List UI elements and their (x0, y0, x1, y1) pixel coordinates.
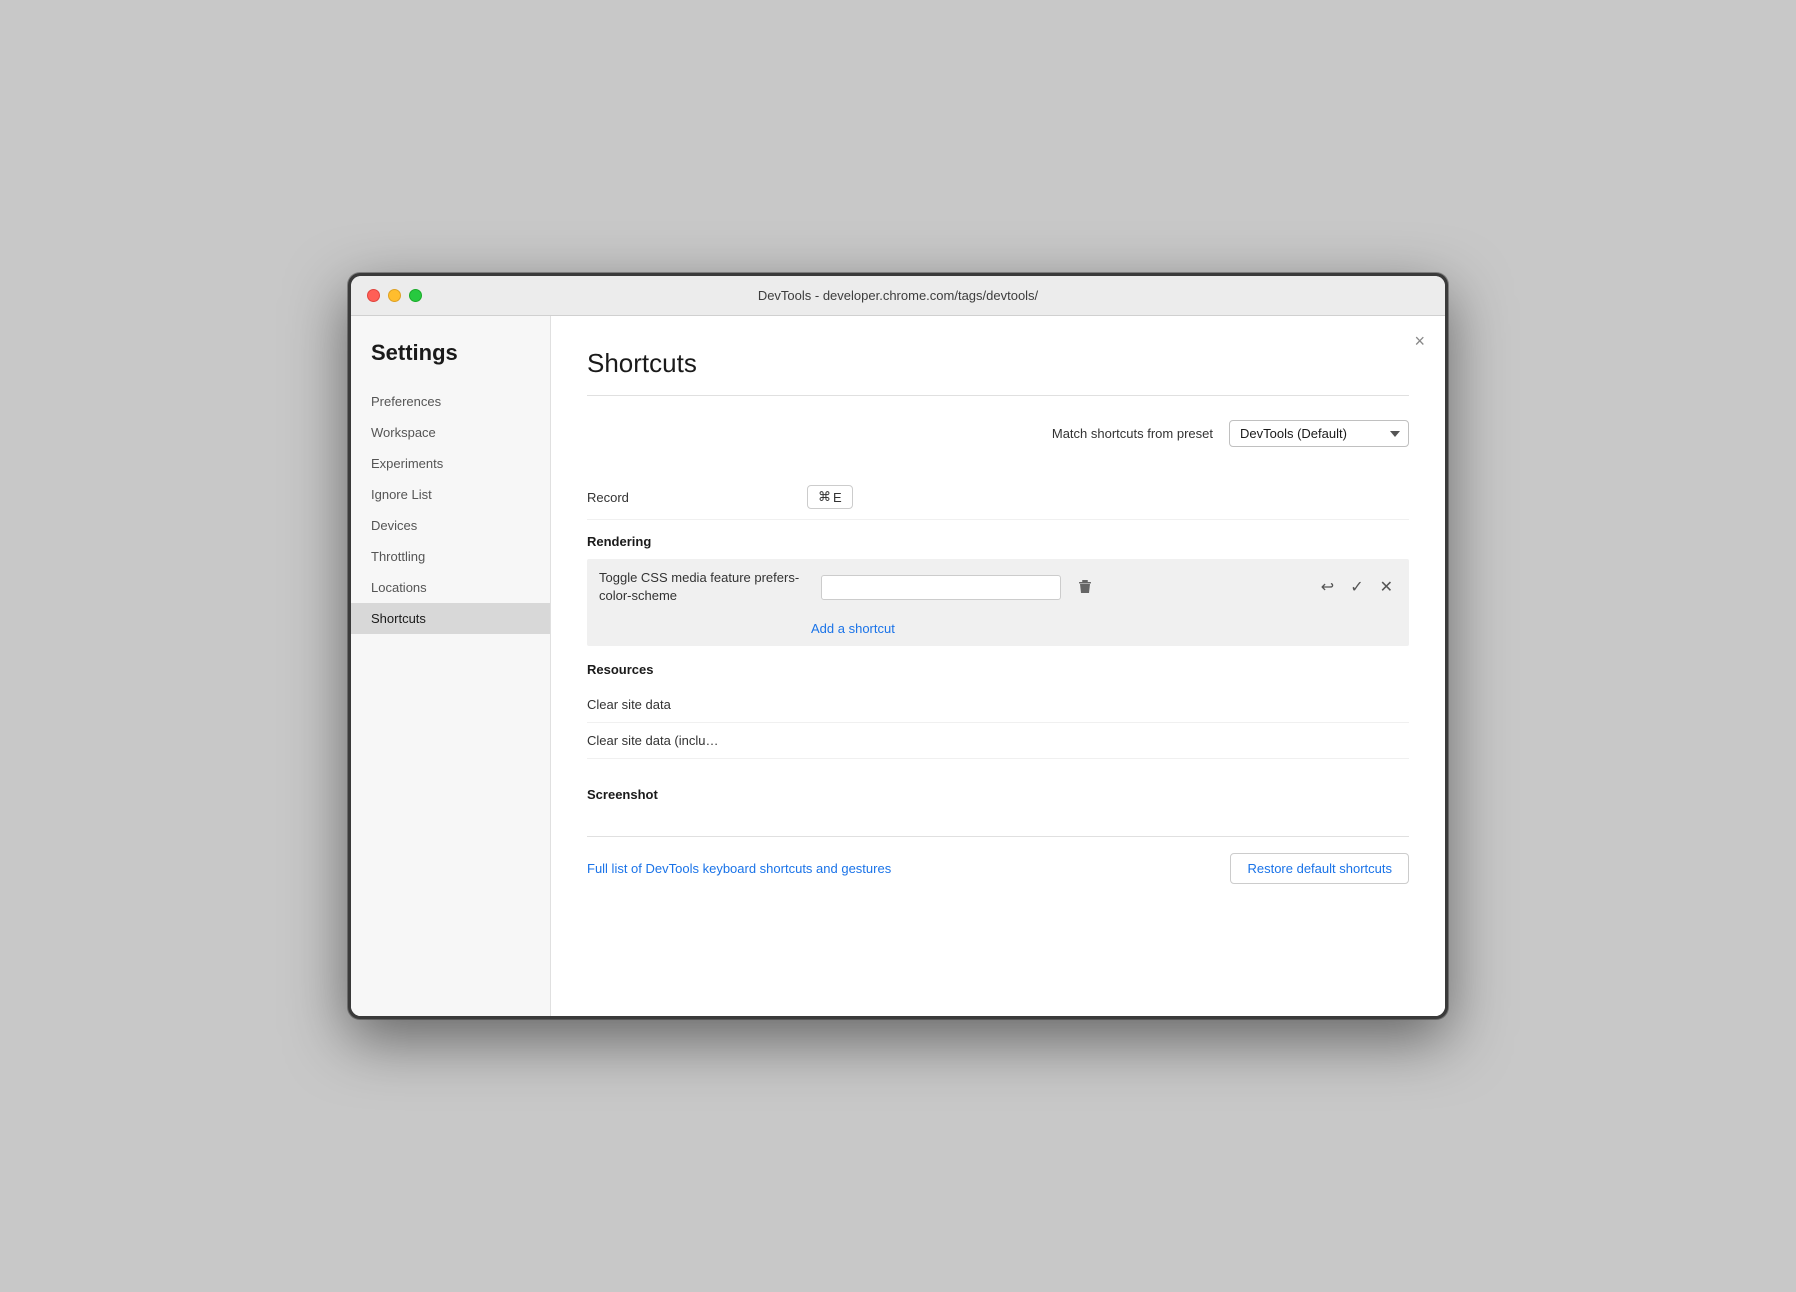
panel-footer: Full list of DevTools keyboard shortcuts… (587, 836, 1409, 884)
add-shortcut-row: Add a shortcut (587, 615, 1409, 646)
sidebar-item-throttling[interactable]: Throttling (351, 541, 550, 572)
cancel-shortcut-button[interactable]: ✕ (1376, 573, 1397, 601)
panel-divider (587, 395, 1409, 396)
preset-select[interactable]: DevTools (Default) Visual Studio Code (1229, 420, 1409, 447)
sidebar-item-locations[interactable]: Locations (351, 572, 550, 603)
preset-row: Match shortcuts from preset DevTools (De… (587, 420, 1409, 447)
close-window-button[interactable] (367, 289, 380, 302)
footer-link[interactable]: Full list of DevTools keyboard shortcuts… (587, 861, 891, 876)
add-shortcut-link[interactable]: Add a shortcut (811, 621, 895, 636)
sidebar-item-workspace[interactable]: Workspace (351, 417, 550, 448)
record-key-badge: ⌘ E (807, 485, 853, 509)
sidebar-item-shortcuts[interactable]: Shortcuts (351, 603, 550, 634)
restore-defaults-button[interactable]: Restore default shortcuts (1230, 853, 1409, 884)
sidebar: Settings Preferences Workspace Experimen… (351, 316, 551, 1016)
content-panel: × Shortcuts Match shortcuts from preset … (551, 316, 1445, 1016)
action-icons: ↩ ✓ ✕ (1317, 573, 1397, 601)
shortcuts-body: Record ⌘ E Rendering Toggle CSS media fe… (587, 475, 1409, 812)
undo-button[interactable]: ↩ (1317, 573, 1338, 601)
resource-item-0: Clear site data (587, 687, 1409, 723)
cancel-icon: ✕ (1380, 577, 1393, 597)
sidebar-item-experiments[interactable]: Experiments (351, 448, 550, 479)
sidebar-item-ignore-list[interactable]: Ignore List (351, 479, 550, 510)
title-bar: DevTools - developer.chrome.com/tags/dev… (351, 276, 1445, 316)
minimize-window-button[interactable] (388, 289, 401, 302)
window: DevTools - developer.chrome.com/tags/dev… (351, 276, 1445, 1016)
record-label: Record (587, 490, 807, 505)
rendering-section-header: Rendering (587, 520, 1409, 559)
close-panel-button[interactable]: × (1414, 332, 1425, 350)
rendering-row: Toggle CSS media feature prefers-color-s… (587, 559, 1409, 615)
confirm-button[interactable]: ✓ (1346, 573, 1367, 601)
preset-label: Match shortcuts from preset (1052, 426, 1213, 441)
screenshot-section-header: Screenshot (587, 773, 1409, 812)
sidebar-item-preferences[interactable]: Preferences (351, 386, 550, 417)
resource-item-1: Clear site data (inclu… (587, 723, 1409, 759)
resources-section-header: Resources (587, 648, 1409, 687)
sidebar-item-devices[interactable]: Devices (351, 510, 550, 541)
main-content: Settings Preferences Workspace Experimen… (351, 316, 1445, 1016)
confirm-icon: ✓ (1350, 577, 1363, 597)
traffic-lights (367, 289, 422, 302)
sidebar-heading: Settings (351, 340, 550, 386)
rendering-item-name: Toggle CSS media feature prefers-color-s… (599, 569, 809, 605)
trash-icon (1077, 579, 1093, 595)
screenshot-section: Screenshot (587, 759, 1409, 812)
record-row: Record ⌘ E (587, 475, 1409, 520)
rendering-block: Toggle CSS media feature prefers-color-s… (587, 559, 1409, 646)
shortcut-input[interactable] (821, 575, 1061, 600)
record-key-symbol: ⌘ (818, 489, 831, 505)
undo-icon: ↩ (1321, 577, 1334, 597)
record-key-letter: E (833, 490, 842, 505)
maximize-window-button[interactable] (409, 289, 422, 302)
window-title: DevTools - developer.chrome.com/tags/dev… (758, 288, 1038, 303)
delete-shortcut-button[interactable] (1073, 575, 1097, 599)
window-wrapper: DevTools - developer.chrome.com/tags/dev… (348, 273, 1448, 1019)
panel-title: Shortcuts (587, 348, 1409, 379)
